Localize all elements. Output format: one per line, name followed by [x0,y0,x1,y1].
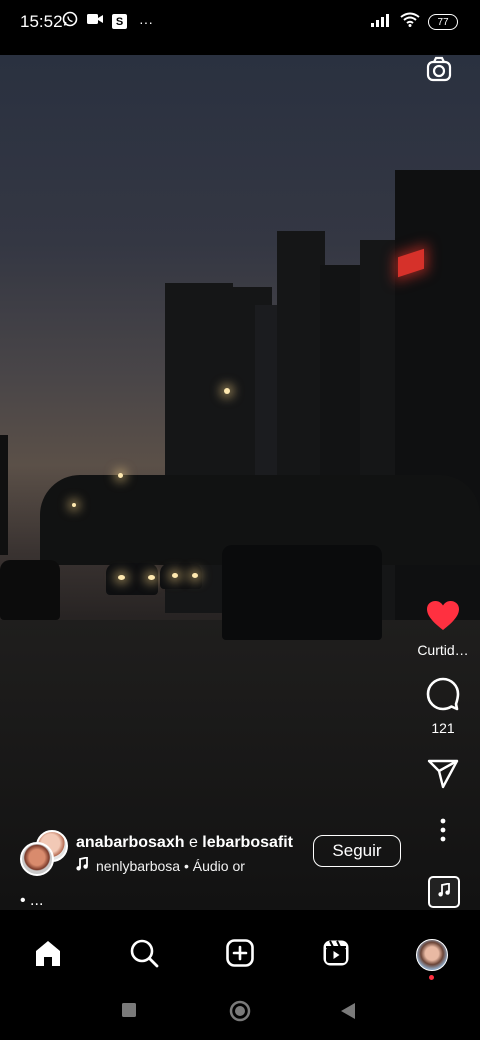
author-name-2[interactable]: lebarbosafit [202,834,293,851]
nav-profile[interactable] [414,937,450,980]
street-light [118,473,123,478]
reels-icon [321,938,351,973]
nav-search[interactable] [126,937,162,973]
whatsapp-icon [62,11,78,32]
home-circle-icon[interactable] [229,1000,251,1027]
building [0,435,8,555]
car [0,560,60,620]
author-avatars[interactable] [20,830,68,878]
home-icon [33,938,63,973]
avatar [20,842,54,876]
headlight [148,575,155,580]
author-name-1[interactable]: anabarbosaxh [76,834,184,851]
likes-label[interactable]: Curtid… [412,642,474,658]
author-names[interactable]: anabarbosaxh e lebarbosafit [76,834,293,852]
building [395,170,480,640]
nav-reels[interactable] [318,937,354,973]
battery-icon: 77 [428,14,458,30]
audio-thumbnail[interactable] [428,876,460,908]
comment-button[interactable] [425,677,461,716]
car [222,545,382,640]
bottom-nav [0,925,480,987]
search-icon [129,938,159,973]
recents-icon[interactable] [122,1003,136,1022]
status-bar: 15:52 S ··· 77 [0,0,480,48]
music-note-icon [76,856,88,874]
music-note-icon [438,881,450,902]
status-left-icons: S ··· [62,11,153,32]
create-icon [225,938,255,973]
author-conjunction: e [188,834,198,851]
headlight [172,573,178,578]
more-button[interactable] [425,814,461,850]
status-right-icons: 77 [370,12,458,32]
video-camera-icon [86,12,104,31]
signal-icon [370,13,392,32]
nav-create[interactable] [222,937,258,973]
headlight [118,575,125,580]
comment-count[interactable]: 121 [431,720,454,736]
notification-dot [429,975,434,980]
profile-avatar [416,939,448,971]
more-dots-icon: ··· [139,13,153,30]
audio-line[interactable]: nenlybarbosa • Áudio or [76,856,245,874]
s-app-icon: S [112,14,127,29]
share-button[interactable] [425,758,461,794]
caption[interactable]: • ... [20,892,43,910]
send-icon [427,759,459,794]
comment-icon [426,677,460,716]
follow-button[interactable]: Seguir [313,835,401,867]
nav-home[interactable] [30,937,66,973]
reel-video[interactable] [0,55,480,910]
audio-text: nenlybarbosa • Áudio or [96,857,245,874]
status-time: 15:52 [20,12,63,31]
reel-actions: Curtid… 121 [412,600,474,850]
street-light [224,388,230,394]
heart-filled-icon [426,600,460,637]
headlight [192,573,198,578]
street-light [72,503,76,507]
like-button[interactable] [425,600,461,636]
wifi-icon [400,12,420,32]
more-vertical-icon [440,818,446,847]
system-nav-bar [0,987,480,1040]
back-icon[interactable] [340,1003,356,1024]
camera-icon[interactable] [425,55,457,87]
